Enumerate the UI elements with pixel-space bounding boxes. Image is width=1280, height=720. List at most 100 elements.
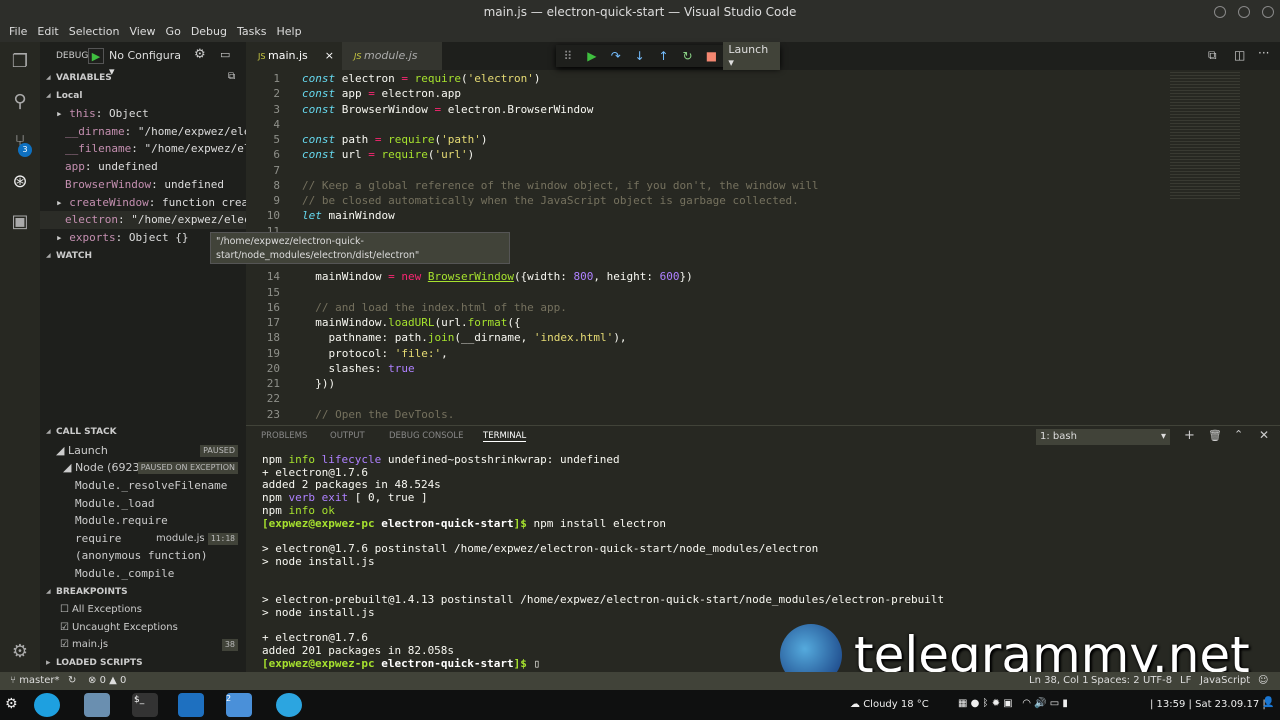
more-actions-icon[interactable]: ···	[1258, 46, 1269, 60]
breakpoints-header[interactable]: BREAKPOINTS	[40, 583, 246, 601]
indentation[interactable]: Spaces: 2	[1091, 672, 1140, 690]
tab-debug-console[interactable]: DEBUG CONSOLE	[389, 431, 463, 441]
menu-debug[interactable]: Debug	[186, 25, 232, 38]
launch-select[interactable]: Launch ▾	[723, 42, 781, 70]
loaded-scripts-header[interactable]: LOADED SCRIPTS	[40, 654, 246, 672]
breakpoint-checkbox[interactable]: ☑	[60, 622, 69, 633]
step-out-icon[interactable]: ↑	[652, 49, 676, 63]
close-button[interactable]	[1262, 6, 1274, 18]
split-editor-icon[interactable]: ◫	[1234, 48, 1245, 62]
code-line[interactable]: 16 // and load the index.html of the app…	[246, 300, 1146, 315]
menu-selection[interactable]: Selection	[64, 25, 125, 38]
cursor-position[interactable]: Ln 38, Col 1	[1029, 672, 1089, 690]
variable-row[interactable]: electron: "/home/expwez/elec…	[40, 211, 246, 229]
launch-session[interactable]: ◢ Launch PAUSED	[40, 442, 246, 460]
stack-frame[interactable]: Module.require	[40, 512, 246, 530]
language-mode[interactable]: JavaScript	[1200, 672, 1250, 690]
code-line[interactable]: 14 mainWindow = new BrowserWindow({width…	[246, 269, 1146, 284]
code-line[interactable]: 21 }))	[246, 376, 1146, 391]
minimap[interactable]	[1170, 70, 1240, 200]
debug-console-icon[interactable]: ▭	[220, 48, 230, 61]
variable-row[interactable]: app: undefined	[40, 158, 246, 176]
terminal-app-icon[interactable]: $_	[132, 693, 158, 717]
menu-help[interactable]: Help	[271, 25, 306, 38]
stack-frame[interactable]: require module.js 11:18	[40, 530, 246, 548]
code-line[interactable]: 8 // Keep a global reference of the windo…	[246, 178, 1146, 193]
start-debug-button[interactable]: ▶	[88, 48, 104, 64]
code-line[interactable]: 15	[246, 285, 1146, 300]
explorer-icon[interactable]: ❐	[8, 50, 32, 74]
stack-frame[interactable]: Module._load	[40, 495, 246, 513]
sync-icon[interactable]: ↻	[68, 672, 76, 690]
close-panel-icon[interactable]: ✕	[1259, 428, 1269, 442]
system-menu-gear-icon[interactable]: ⚙	[5, 696, 18, 712]
stack-frame[interactable]: (anonymous function)	[40, 547, 246, 565]
menu-go[interactable]: Go	[161, 25, 186, 38]
minimize-button[interactable]	[1214, 6, 1226, 18]
tab-output[interactable]: OUTPUT	[330, 431, 365, 441]
problems-indicator[interactable]: ⊗ 0 ▲ 0	[88, 672, 126, 690]
stop-icon[interactable]: ■	[699, 49, 723, 63]
code-line[interactable]: 1 const electron = require('electron')	[246, 71, 1146, 86]
stack-frame[interactable]: Module._resolveFilename	[40, 477, 246, 495]
collapse-all-icon[interactable]: ⧉	[228, 71, 235, 82]
code-line[interactable]: 10 let mainWindow	[246, 208, 1146, 223]
code-line[interactable]: 18 pathname: path.join(__dirname, 'index…	[246, 330, 1146, 345]
new-terminal-icon[interactable]: +	[1184, 428, 1195, 443]
maximize-button[interactable]	[1238, 6, 1250, 18]
breakpoint-row[interactable]: ☐ All Exceptions	[40, 601, 246, 619]
weather-widget[interactable]: ☁ Cloudy 18 °C	[850, 699, 929, 710]
gear-icon[interactable]: ⚙	[194, 47, 206, 62]
code-line[interactable]: 3 const BrowserWindow = electron.BrowserW…	[246, 102, 1146, 117]
variable-row[interactable]: ▸ this: Object	[40, 105, 246, 123]
restart-icon[interactable]: ↻	[676, 49, 700, 63]
settings-gear-icon[interactable]: ⚙	[8, 640, 32, 664]
tab-module-js[interactable]: JS module.js	[342, 42, 442, 70]
code-line[interactable]: 20 slashes: true	[246, 361, 1146, 376]
trash-icon[interactable]: 🗑	[1208, 429, 1222, 442]
terminal-select[interactable]: 1: bash ▾	[1036, 429, 1170, 445]
encoding[interactable]: UTF-8	[1143, 672, 1172, 690]
expand-arrow-icon[interactable]: ▸	[56, 107, 69, 120]
breakpoint-checkbox[interactable]: ☑	[60, 639, 69, 650]
code-line[interactable]: 6 const url = require('url')	[246, 147, 1146, 162]
variable-row[interactable]: __filename: "/home/expwez/el…	[40, 140, 246, 158]
files-folder-icon[interactable]: 2	[226, 693, 252, 717]
code-line[interactable]: 23 // Open the DevTools.	[246, 407, 1146, 422]
code-line[interactable]: 17 mainWindow.loadURL(url.format({	[246, 315, 1146, 330]
breakpoint-row[interactable]: ☑ Uncaught Exceptions	[40, 619, 246, 637]
telegram-app-icon[interactable]	[276, 693, 302, 717]
breakpoint-checkbox[interactable]: ☐	[60, 604, 69, 615]
vscode-app-icon[interactable]	[178, 693, 204, 717]
code-line[interactable]: 5 const path = require('path')	[246, 132, 1146, 147]
menu-file[interactable]: File	[4, 25, 32, 38]
step-over-icon[interactable]: ↷	[604, 49, 628, 63]
step-into-icon[interactable]: ↓	[628, 49, 652, 63]
code-line[interactable]: 7	[246, 163, 1146, 178]
continue-icon[interactable]: ▶	[580, 49, 604, 63]
menu-tasks[interactable]: Tasks	[232, 25, 271, 38]
code-line[interactable]: 22	[246, 391, 1146, 406]
code-line[interactable]: 4	[246, 117, 1146, 132]
extensions-icon[interactable]: ▣	[8, 210, 32, 234]
stack-frame[interactable]: Module._compile	[40, 565, 246, 583]
maximize-panel-icon[interactable]: ⌃	[1234, 428, 1243, 441]
search-icon[interactable]: ⚲	[8, 90, 32, 114]
variable-row[interactable]: __dirname: "/home/expwez/ele…	[40, 123, 246, 141]
branch-indicator[interactable]: ⑂ master*	[10, 672, 59, 690]
open-changes-icon[interactable]: ⧉	[1208, 48, 1217, 63]
drag-handle-icon[interactable]: ⠿	[556, 49, 580, 63]
variable-row[interactable]: ▸ createWindow: function creat…	[40, 194, 246, 212]
user-icon[interactable]: 👤	[1262, 697, 1274, 708]
eol[interactable]: LF	[1180, 672, 1191, 690]
code-line[interactable]: 9 // be closed automatically when the Jav…	[246, 193, 1146, 208]
expand-arrow-icon[interactable]: ▸	[56, 196, 69, 209]
config-select[interactable]: No Configura ▾	[106, 48, 186, 78]
debug-icon[interactable]: ⊛	[8, 170, 32, 194]
callstack-header[interactable]: CALL STACK	[40, 423, 246, 441]
variable-row[interactable]: BrowserWindow: undefined	[40, 176, 246, 194]
code-line[interactable]: 2 const app = electron.app	[246, 86, 1146, 101]
tray-icons[interactable]: ▦ ● ᛒ ✹ ▣ ◠ 🔊 ▭ ▮	[958, 698, 1068, 709]
tab-main-js[interactable]: JS main.js ×	[246, 42, 342, 70]
local-scope[interactable]: Local	[40, 87, 246, 105]
